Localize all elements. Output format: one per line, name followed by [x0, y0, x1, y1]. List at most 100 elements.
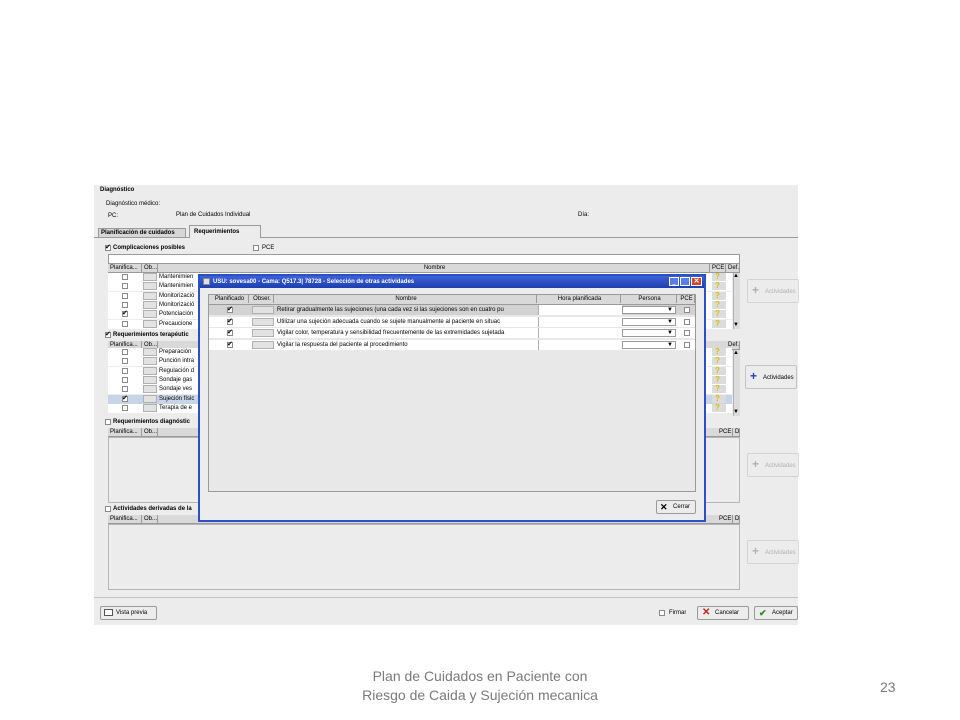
- row-checkbox[interactable]: [122, 349, 128, 355]
- dialog-title-bar[interactable]: USU: sovesa00 - Cama: Q517.3| 78728 - Se…: [200, 276, 704, 288]
- hora-planificada-field[interactable]: [538, 305, 622, 315]
- help-icon[interactable]: ?: [712, 356, 726, 366]
- col-def[interactable]: Def.: [733, 428, 740, 436]
- tab-planificacion[interactable]: Planificación de cuidados: [98, 228, 186, 237]
- actividades-button-2[interactable]: + Actividades: [745, 365, 797, 389]
- dialog-table-row[interactable]: Retirar gradualmente las sujeciones (una…: [209, 305, 695, 315]
- dialog-table-row[interactable]: Vigilar color, temperatura y sensibilida…: [209, 328, 695, 338]
- observation-button[interactable]: [143, 300, 157, 309]
- actividades-button-3[interactable]: + Actividades: [747, 453, 799, 477]
- observation-button[interactable]: [143, 357, 157, 366]
- hora-planificada-field[interactable]: [538, 328, 622, 338]
- observation-button[interactable]: [143, 385, 157, 394]
- col-planifica[interactable]: Planifica...: [108, 515, 142, 523]
- col-ob[interactable]: Ob...: [142, 428, 158, 436]
- persona-select[interactable]: ▼: [622, 317, 676, 326]
- tab-requerimientos[interactable]: Requerimientos: [189, 225, 261, 238]
- persona-select[interactable]: ▼: [622, 306, 676, 314]
- planificado-checkbox[interactable]: [227, 328, 233, 336]
- observation-button[interactable]: [252, 340, 274, 349]
- pce-checkbox[interactable]: [253, 245, 259, 251]
- col-planifica[interactable]: Planifica...: [108, 428, 142, 436]
- planificado-checkbox[interactable]: [227, 317, 233, 325]
- help-icon[interactable]: ?: [712, 309, 726, 319]
- persona-select[interactable]: ▼: [622, 340, 676, 349]
- col-persona[interactable]: Persona: [621, 295, 677, 303]
- observation-button[interactable]: [252, 306, 274, 314]
- row-checkbox[interactable]: [122, 394, 128, 402]
- row-checkbox[interactable]: [122, 367, 128, 374]
- help-icon[interactable]: ?: [712, 319, 726, 328]
- row-checkbox[interactable]: [122, 309, 128, 318]
- diagnosticos-checkbox[interactable]: [105, 419, 111, 425]
- dialog-table-row[interactable]: Utilizar una sujeción adecuada cuando se…: [209, 316, 695, 327]
- terapeuticos-scrollbar[interactable]: [733, 350, 740, 416]
- cancelar-button[interactable]: ✕ Cancelar: [697, 606, 749, 620]
- derivadas-checkbox[interactable]: [105, 506, 111, 512]
- col-def[interactable]: Def.: [733, 515, 740, 523]
- scroll-up-arrow[interactable]: ▲: [733, 273, 739, 280]
- pce-checkbox[interactable]: [684, 307, 690, 313]
- row-checkbox[interactable]: [122, 283, 128, 290]
- col-hora[interactable]: Hora planificada: [537, 295, 621, 303]
- row-checkbox[interactable]: [122, 301, 128, 308]
- observation-button[interactable]: [143, 282, 157, 291]
- observation-button[interactable]: [143, 310, 157, 319]
- row-checkbox[interactable]: [122, 404, 128, 411]
- help-icon[interactable]: ?: [712, 403, 726, 412]
- scroll-up-arrow[interactable]: ▲: [733, 350, 739, 357]
- pce-checkbox[interactable]: [684, 341, 690, 348]
- col-ob[interactable]: Ob...: [142, 515, 158, 523]
- observation-button[interactable]: [143, 403, 157, 412]
- col-planifica[interactable]: Planifica...: [108, 264, 142, 272]
- help-icon[interactable]: ?: [712, 291, 726, 300]
- col-ob[interactable]: Ob...: [142, 264, 158, 272]
- cerrar-button[interactable]: ✕ Cerrar: [656, 500, 696, 514]
- col-planificado[interactable]: Planificado: [209, 295, 249, 303]
- row-checkbox[interactable]: [122, 358, 128, 365]
- col-nombre[interactable]: Nombre: [158, 264, 710, 272]
- hora-planificada-field[interactable]: [538, 316, 622, 327]
- vista-previa-button[interactable]: Vista previa: [100, 606, 157, 620]
- col-pce[interactable]: PCE: [677, 295, 695, 303]
- planificado-checkbox[interactable]: [227, 340, 233, 348]
- col-def[interactable]: Def.: [726, 264, 740, 272]
- observation-button[interactable]: [143, 394, 157, 403]
- observation-button[interactable]: [252, 329, 274, 337]
- pce-checkbox[interactable]: [684, 330, 690, 336]
- col-pce[interactable]: PCE: [717, 515, 733, 523]
- scroll-down-arrow[interactable]: ▼: [733, 409, 739, 416]
- row-checkbox[interactable]: [122, 274, 128, 280]
- observation-button[interactable]: [143, 366, 157, 375]
- col-nombre[interactable]: Nombre: [274, 295, 537, 303]
- observation-button[interactable]: [143, 273, 157, 281]
- help-icon[interactable]: ?: [712, 281, 726, 291]
- help-icon[interactable]: ?: [712, 272, 726, 281]
- help-icon[interactable]: ?: [712, 384, 726, 394]
- complicaciones-filter-bar[interactable]: [108, 254, 740, 264]
- observation-button[interactable]: [252, 317, 274, 326]
- help-icon[interactable]: ?: [712, 347, 726, 356]
- row-checkbox[interactable]: [122, 376, 128, 383]
- col-pce[interactable]: PCE: [710, 264, 726, 272]
- planificado-checkbox[interactable]: [227, 305, 233, 313]
- observation-button[interactable]: [143, 319, 157, 328]
- col-obser[interactable]: Obser.: [249, 295, 274, 303]
- observation-button[interactable]: [143, 348, 157, 356]
- maximize-icon[interactable]: [680, 277, 690, 286]
- row-checkbox[interactable]: [122, 292, 128, 299]
- close-icon[interactable]: ✕: [691, 277, 702, 286]
- help-icon[interactable]: ?: [712, 375, 726, 384]
- persona-select[interactable]: ▼: [622, 329, 676, 337]
- actividades-button-4[interactable]: + Actividades: [747, 540, 799, 564]
- hora-planificada-field[interactable]: [538, 339, 622, 350]
- help-icon[interactable]: ?: [712, 300, 726, 309]
- complicaciones-scrollbar[interactable]: [733, 273, 740, 329]
- scroll-down-arrow[interactable]: ▼: [733, 322, 739, 329]
- row-checkbox[interactable]: [122, 386, 128, 393]
- pce-checkbox[interactable]: [684, 318, 690, 325]
- row-checkbox[interactable]: [122, 320, 128, 327]
- help-icon[interactable]: ?: [712, 394, 726, 403]
- minimize-icon[interactable]: _: [669, 277, 679, 286]
- complicaciones-checkbox[interactable]: [105, 243, 111, 251]
